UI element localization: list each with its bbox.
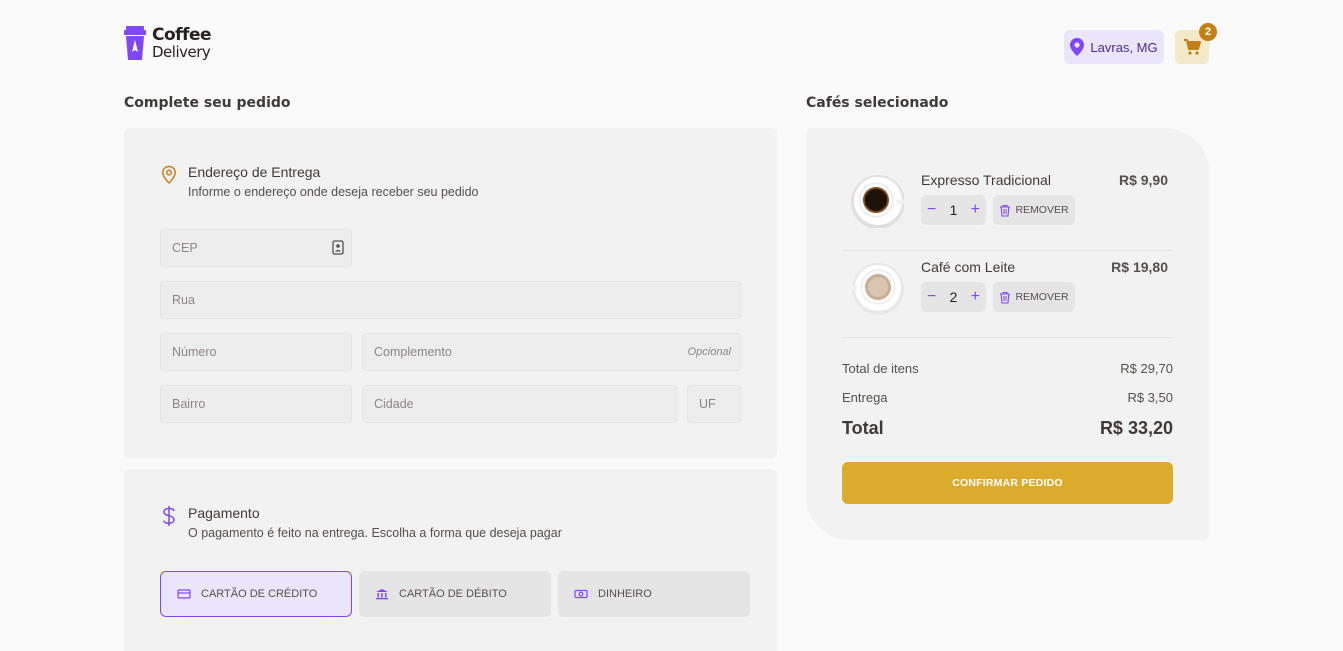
street-placeholder: Rua <box>172 293 195 307</box>
payment-option-cash[interactable]: DINHEIRO <box>558 571 750 617</box>
payment-title: Pagamento <box>188 505 260 521</box>
street-field[interactable]: Rua <box>160 281 741 319</box>
quantity-value: 1 <box>949 202 958 218</box>
payment-subtitle: O pagamento é feito na entrega. Escolha … <box>188 526 562 540</box>
remove-label: REMOVER <box>1015 291 1069 303</box>
brand-line2: Delivery <box>152 43 211 61</box>
quantity-value: 2 <box>949 289 958 305</box>
address-title: Endereço de Entrega <box>188 164 321 180</box>
shopping-cart-icon <box>1184 39 1201 55</box>
number-field[interactable]: Número <box>160 333 352 371</box>
address-card: Endereço de Entrega Informe o endereço o… <box>124 128 777 458</box>
total-label: Total <box>842 418 884 438</box>
address-subtitle: Informe o endereço onde deseja receber s… <box>188 185 479 199</box>
plus-icon[interactable]: + <box>971 289 980 305</box>
complement-field[interactable]: Complemento Opcional <box>362 333 741 371</box>
credit-card-icon <box>177 589 191 599</box>
cep-placeholder: CEP <box>172 241 198 255</box>
delivery-value: R$ 3,50 <box>1127 390 1173 405</box>
complement-placeholder: Complemento <box>374 345 452 359</box>
dollar-sign-icon <box>163 506 175 526</box>
delivery-row: Entrega R$ 3,50 <box>842 390 1173 405</box>
minus-icon[interactable]: − <box>927 202 936 218</box>
brand-line1: Coffee <box>152 25 212 45</box>
state-field[interactable]: UF <box>687 385 741 423</box>
payment-option-credit-label: CARTÃO DE CRÉDITO <box>201 588 318 600</box>
quantity-stepper[interactable]: − 1 + <box>921 195 986 225</box>
items-total-label: Total de itens <box>842 361 919 376</box>
map-pin-outline-icon <box>162 165 176 185</box>
divider <box>842 337 1173 338</box>
money-icon <box>574 589 588 599</box>
remove-button[interactable]: REMOVER <box>993 195 1075 225</box>
city-placeholder: Cidade <box>374 397 414 411</box>
payment-card: Pagamento O pagamento é feito na entrega… <box>124 469 777 651</box>
divider <box>842 250 1173 251</box>
cart-item-price: R$ 19,80 <box>1111 259 1168 275</box>
trash-icon <box>1000 291 1011 304</box>
cep-field[interactable]: CEP <box>160 229 352 267</box>
brand-logo[interactable]: Coffee Delivery <box>124 25 212 62</box>
items-total-row: Total de itens R$ 29,70 <box>842 361 1173 376</box>
latte-cup-image <box>849 263 904 315</box>
remove-label: REMOVER <box>1015 204 1069 216</box>
remove-button[interactable]: REMOVER <box>993 282 1075 312</box>
neighborhood-placeholder: Bairro <box>172 397 206 411</box>
cart-item: Expresso Tradicional R$ 9,90 − 1 + REMOV… <box>842 172 1173 260</box>
neighborhood-field[interactable]: Bairro <box>160 385 352 423</box>
optional-hint: Opcional <box>687 346 731 358</box>
items-total-value: R$ 29,70 <box>1120 361 1173 376</box>
cart-item-name: Expresso Tradicional <box>921 172 1051 188</box>
location-text: Lavras, MG <box>1090 39 1158 55</box>
checkout-title: Complete seu pedido <box>124 95 291 111</box>
coffee-cup-logo-icon <box>124 26 146 60</box>
cart-item-name: Café com Leite <box>921 259 1016 275</box>
expresso-cup-image <box>851 175 904 228</box>
plus-icon[interactable]: + <box>971 202 980 218</box>
contact-card-icon <box>332 240 344 255</box>
header: Coffee Delivery Lavras, MG 2 <box>0 0 1343 90</box>
bank-icon <box>376 589 388 600</box>
minus-icon[interactable]: − <box>927 289 936 305</box>
confirm-order-button[interactable]: CONFIRMAR PEDIDO <box>842 462 1173 504</box>
cart-count-badge: 2 <box>1199 23 1217 41</box>
payment-option-cash-label: DINHEIRO <box>598 588 652 600</box>
city-field[interactable]: Cidade <box>362 385 677 423</box>
trash-icon <box>1000 204 1011 217</box>
delivery-label: Entrega <box>842 390 888 405</box>
map-pin-icon <box>1070 38 1085 56</box>
payment-option-debit[interactable]: CARTÃO DE DÉBITO <box>359 571 551 617</box>
number-placeholder: Número <box>172 345 217 359</box>
quantity-stepper[interactable]: − 2 + <box>921 282 986 312</box>
cart-item-price: R$ 9,90 <box>1118 172 1168 188</box>
location-badge[interactable]: Lavras, MG <box>1064 30 1164 64</box>
total-row: Total R$ 33,20 <box>842 418 1173 439</box>
cart-item: Café com Leite R$ 19,80 − 2 + REMOVER <box>842 259 1173 347</box>
total-value: R$ 33,20 <box>1099 418 1173 438</box>
payment-option-debit-label: CARTÃO DE DÉBITO <box>399 588 507 600</box>
state-placeholder: UF <box>699 397 716 411</box>
payment-option-credit[interactable]: CARTÃO DE CRÉDITO <box>160 571 352 617</box>
cart-title: Cafés selecionado <box>806 95 949 111</box>
